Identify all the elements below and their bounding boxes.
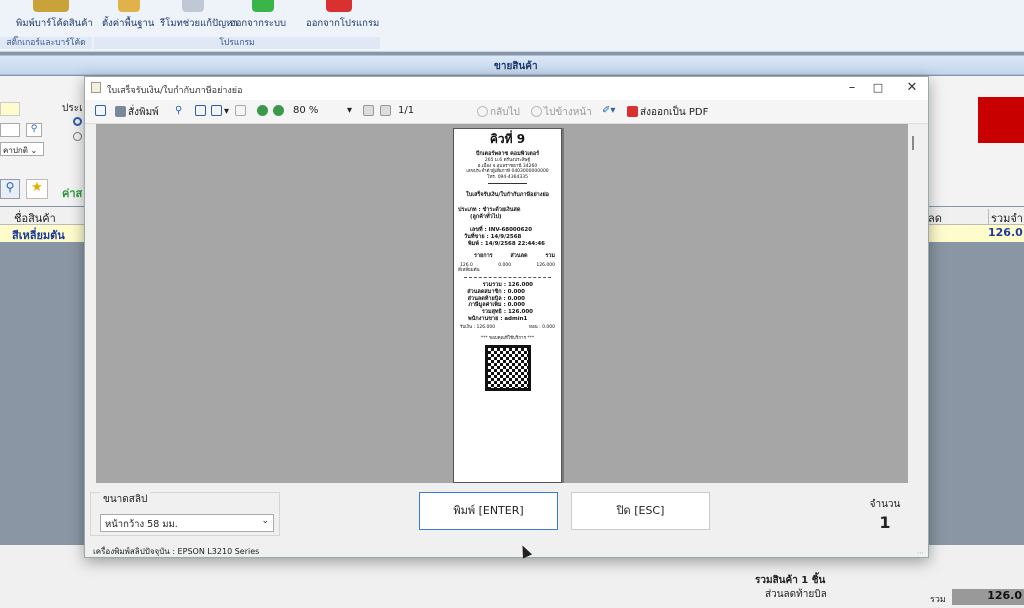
print-enter-button[interactable]: พิมพ์ [ENTER]: [419, 492, 558, 530]
export-pdf-button[interactable]: ส่งออกเป็น PDF: [627, 105, 708, 120]
total-items: รวมสินค้า 1 ชิ้น: [755, 575, 826, 586]
dialog-footer: ขนาดสลิป หน้ากว้าง 58 มม. ⌄ พิมพ์ [ENTER]…: [85, 483, 928, 557]
zoom-select[interactable]: 80 % ▾: [293, 105, 355, 116]
last-page-icon[interactable]: [380, 105, 393, 117]
resize-grip[interactable]: ⋯: [917, 549, 924, 557]
sales-tab-title[interactable]: ขายสินค้า: [494, 59, 538, 74]
exit-icon: [326, 0, 352, 12]
row-product-name: สีเหลี่ยมตัน: [12, 229, 65, 242]
layout-icon[interactable]: [235, 105, 248, 117]
shop-tax-id: เลขประจำตัวผู้เสียภาษี 0403000000000: [466, 169, 549, 175]
receipt-doc-title: ใบเสร็จรับเงิน/ใบกำกับภาษีอย่างย่อ: [466, 192, 549, 199]
page-indicator: 1/1: [398, 105, 415, 116]
shop-name: ปักเตอร์พลาซ คอมพิวเตอร์: [475, 151, 540, 157]
total-value: 126.0: [952, 589, 1024, 605]
back-button[interactable]: กลับไป: [477, 105, 520, 120]
price-type-select[interactable]: คาปกติ ⌄: [0, 142, 44, 156]
ribbon-group-program: ตั้งค่าพื้นฐาน รีโมทช่วยแก้ปัญหา ออกจากร…: [94, 0, 380, 51]
count-label: จำนวน: [869, 499, 901, 510]
forward-button[interactable]: ไปข้างหน้า: [531, 105, 592, 120]
favorite-star-icon[interactable]: ★: [26, 179, 48, 199]
barcode-icon: [33, 0, 69, 12]
print-button[interactable]: สั่งพิมพ์: [115, 105, 159, 120]
type-label: ประเ: [62, 103, 83, 114]
search-input[interactable]: [0, 123, 20, 137]
close-esc-button[interactable]: ปิด [ESC]: [571, 492, 710, 530]
preview-scrollbar[interactable]: [910, 124, 916, 483]
status-indicator: [978, 97, 1024, 143]
queue-number: คิวที่ 9: [489, 132, 526, 146]
printer-icon: [115, 106, 126, 117]
member-discount: ส่วนลดสมาชิก : 0.000: [467, 288, 525, 295]
zoom-out-icon[interactable]: [257, 105, 270, 117]
pdf-icon: [627, 106, 638, 117]
receipt-icon: [91, 82, 101, 93]
qr-code: [484, 345, 531, 392]
receipt-dialog: ใบเสร็จรับเงิน/ใบกำกับภาษีอย่างย่อ – □ ✕…: [84, 76, 929, 558]
items-header: รายการ ส่วนลด รวม: [474, 252, 555, 259]
dialog-title: ใบเสร็จรับเงิน/ใบกำกับภาษีอย่างย่อ: [107, 86, 243, 96]
item-name: สี่เหลี่ยมตัน: [458, 268, 480, 274]
copy-icon[interactable]: [95, 105, 108, 117]
preview-toolbar: สั่งพิมพ์ ⚲ ▾ 80 % ▾ 1/1 กลับไป ไปข้างหน้…: [85, 100, 928, 124]
preview-area[interactable]: คิวที่ 9 ปักเตอร์พลาซ คอมพิวเตอร์ 265 ม.…: [96, 124, 908, 483]
basic-settings-button[interactable]: ตั้งค่าพื้นฐาน: [102, 16, 154, 31]
sales-tab-bar: ขายสินค้า: [0, 55, 1024, 75]
print-datetime: พิมพ์ : 14/9/2568 22:44:46: [468, 240, 545, 247]
slip-size-select[interactable]: หน้ากว้าง 58 มม. ⌄: [100, 514, 274, 532]
exit-program-button[interactable]: ออกจากโปรแกรม: [306, 16, 379, 31]
invoice-number: เลขที่ : INV-68000620: [470, 227, 533, 233]
table-row-right[interactable]: 126.0: [928, 225, 1024, 242]
row-total: 126.0: [988, 226, 1023, 239]
grid-header-left: ชื่อสินค้า: [0, 207, 84, 225]
ribbon-group-barcode: พิมพ์บาร์โค้ดสินค้า สติ๊กเกอร์และบาร์โค้…: [0, 0, 93, 51]
print-barcode-button[interactable]: พิมพ์บาร์โค้ดสินค้า: [16, 16, 93, 31]
cashier: พนักงานขาย : admin1: [468, 316, 528, 323]
printer-status: เครื่องพิมพ์สลิปปัจจุบัน : EPSON L3210 S…: [93, 547, 260, 556]
total-label: รวม: [930, 595, 946, 605]
search-icon[interactable]: ⚲: [26, 123, 42, 137]
first-page-icon[interactable]: [363, 105, 376, 117]
radio-option-2[interactable]: [73, 132, 82, 141]
grid-header-right: ลด รวมจำ: [928, 207, 1024, 227]
settings-icon: [118, 0, 140, 12]
minimize-button[interactable]: –: [840, 80, 864, 96]
close-button[interactable]: ✕: [900, 80, 924, 96]
ribbon-group-caption: สติ๊กเกอร์และบาร์โค้ด: [0, 37, 92, 49]
left-panel: ⚲ คาปกติ ⌄ ประเ ⚲ ★ ค่าส: [0, 76, 84, 206]
dialog-titlebar: ใบเสร็จรับเงิน/ใบกำกับภาษีอย่างย่อ – □ ✕: [85, 77, 928, 100]
annotate-icon[interactable]: ✐▾: [602, 105, 615, 116]
code-input[interactable]: [0, 102, 20, 116]
slip-size-label: ขนาดสลิป: [100, 492, 151, 507]
remote-support-button[interactable]: รีโมทช่วยแก้ปัญหา: [160, 16, 238, 31]
shop-phone: โทร. 094-4364335: [487, 174, 528, 180]
slip-size-group: ขนาดสลิป หน้ากว้าง 58 มม. ⌄: [90, 492, 280, 536]
logout-icon: [252, 0, 274, 12]
thanks-text: *** ขอบคุณที่ใช้บริการ ***: [480, 335, 535, 341]
bill-discount-label: ส่วนลดท้ายบิล: [765, 589, 827, 600]
ribbon-group-caption: โปรแกรม: [94, 37, 380, 49]
customer-type: (ลูกค้าทั่วไป): [470, 214, 502, 221]
chevron-down-icon: ⌄: [261, 516, 269, 526]
remote-icon: [182, 0, 204, 12]
ribbon: พิมพ์บาร์โค้ดสินค้า สติ๊กเกอร์และบาร์โค้…: [0, 0, 1024, 52]
subtotal: รวมรวม : 126.000: [482, 281, 533, 288]
maximize-button[interactable]: □: [866, 80, 890, 96]
zoom-in-icon[interactable]: [273, 105, 286, 117]
multipage-icon[interactable]: ▾: [211, 105, 229, 117]
logout-button[interactable]: ออกจากระบบ: [230, 16, 286, 31]
search-label: ค่าส: [62, 187, 83, 200]
table-row[interactable]: สีเหลี่ยมตัน: [0, 225, 84, 242]
receipt-page: คิวที่ 9 ปักเตอร์พลาซ คอมพิวเตอร์ 265 ม.…: [453, 128, 562, 483]
payment-row: รับเงิน : 126.000 ทอน : 0.000: [460, 325, 555, 330]
find-icon[interactable]: ⚲: [175, 105, 182, 116]
radio-option-1[interactable]: [73, 117, 82, 126]
sale-date: วันที่ขาย : 14/9/2568: [464, 233, 522, 240]
page-setup-icon[interactable]: [195, 105, 208, 117]
count-value: 1: [879, 513, 891, 532]
search-button[interactable]: ⚲: [0, 179, 20, 199]
